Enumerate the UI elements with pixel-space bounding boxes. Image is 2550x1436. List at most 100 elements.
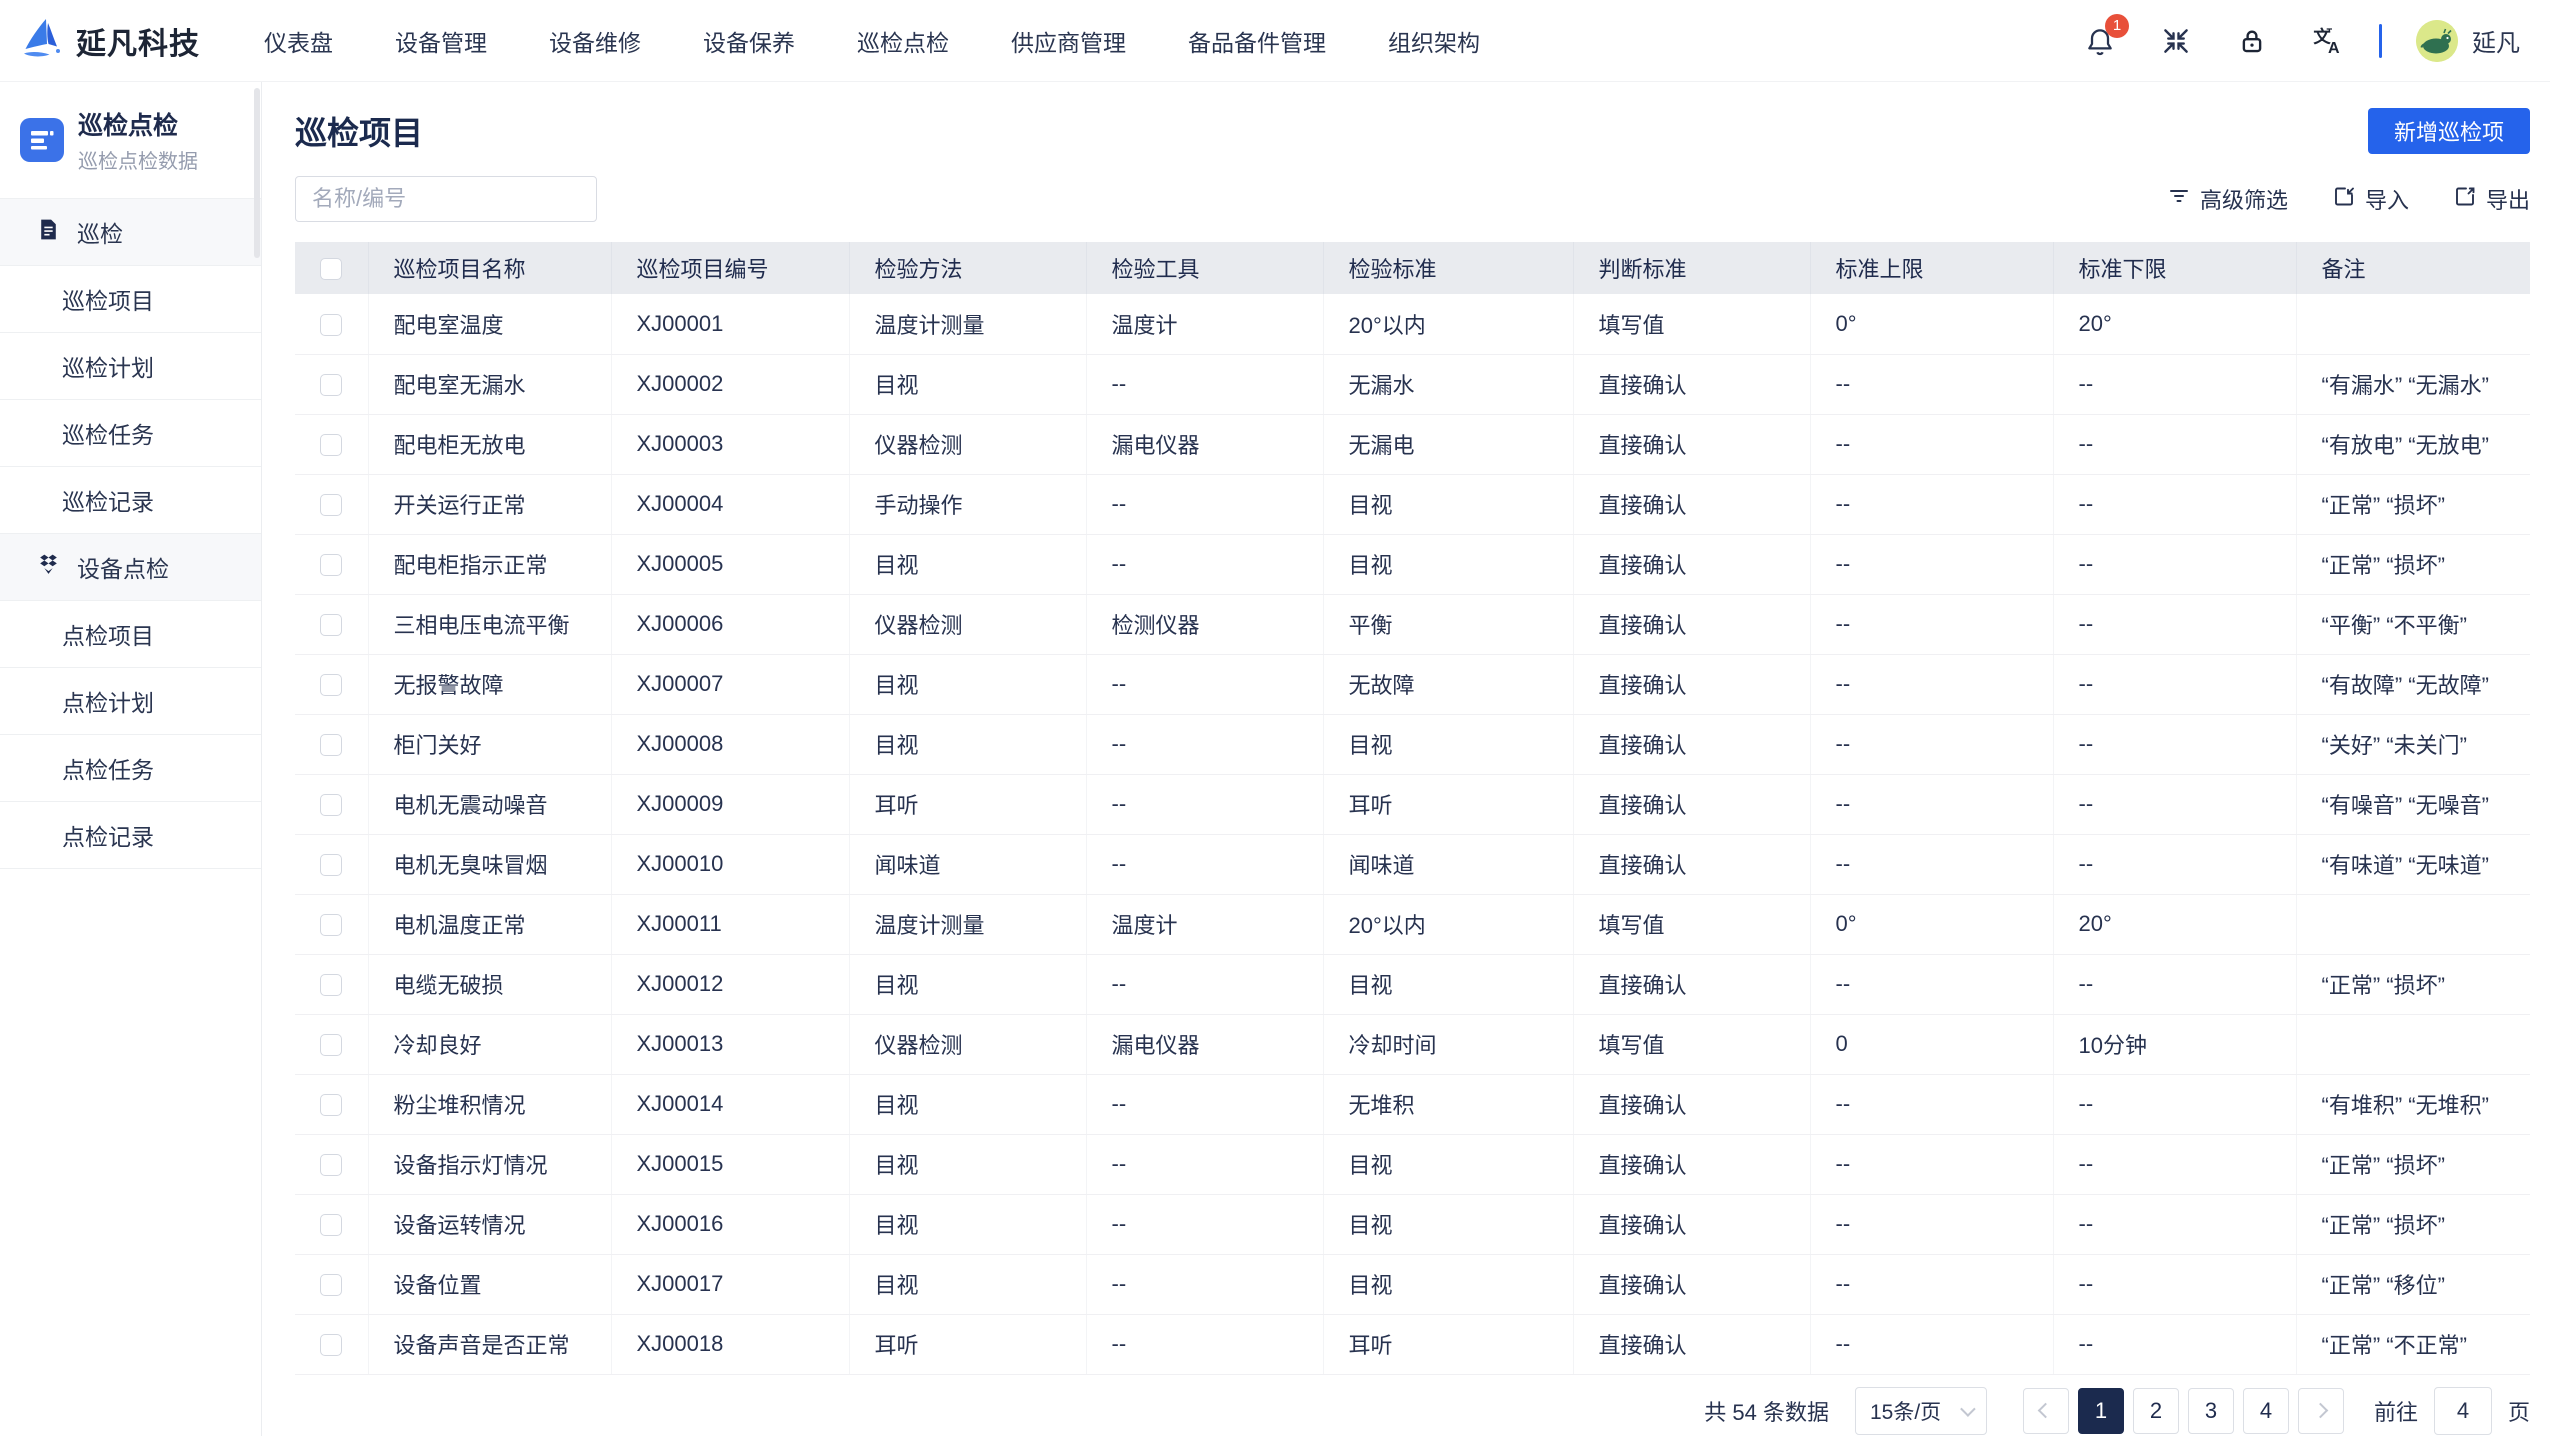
add-inspection-item-button[interactable]: 新增巡检项 [2368,108,2530,154]
sidebar-item-巡检[interactable]: 巡检 [0,199,261,266]
table-cell: -- [2053,774,2296,834]
table-cell: -- [1086,1254,1323,1314]
row-checkbox[interactable] [320,1034,342,1056]
table-cell: 0 [1810,1014,2053,1074]
row-checkbox[interactable] [320,674,342,696]
row-checkbox-cell [295,594,368,654]
row-checkbox[interactable] [320,314,342,336]
sidebar-item-设备点检[interactable]: 设备点检 [0,534,261,601]
table-cell: -- [2053,714,2296,774]
table-cell: 电机无震动噪音 [368,774,611,834]
table-cell: 20° [2053,894,2296,954]
row-checkbox[interactable] [320,974,342,996]
row-checkbox[interactable] [320,434,342,456]
next-page-button[interactable] [2298,1388,2344,1434]
translate-icon[interactable]: 文 A [2311,24,2345,58]
table-cell: -- [1086,774,1323,834]
fullscreen-icon[interactable] [2159,24,2193,58]
row-checkbox[interactable] [320,1274,342,1296]
sidebar-item-巡检项目[interactable]: 巡检项目 [0,266,261,333]
page-button-1[interactable]: 1 [2078,1388,2124,1434]
table-cell: -- [2053,474,2296,534]
sidebar-menu: 巡检巡检项目巡检计划巡检任务巡检记录设备点检点检项目点检计划点检任务点检记录 [0,199,261,869]
table-cell: -- [1810,534,2053,594]
table-cell: 目视 [1323,1254,1573,1314]
column-header: 判断标准 [1573,242,1810,294]
page-size-select[interactable]: 15条/页 [1855,1387,1987,1435]
notification-bell-icon[interactable]: 1 [2083,24,2117,58]
table-header-row: 巡检项目名称巡检项目编号检验方法检验工具检验标准判断标准标准上限标准下限备注 [295,242,2530,294]
sidebar-item-label: 点检记录 [62,818,154,852]
table-cell: XJ00006 [611,594,849,654]
row-checkbox[interactable] [320,734,342,756]
table-cell: 直接确认 [1573,774,1810,834]
row-checkbox[interactable] [320,1334,342,1356]
page-button-2[interactable]: 2 [2133,1388,2179,1434]
select-all-checkbox[interactable] [320,258,342,280]
table-cell: -- [1086,1194,1323,1254]
row-checkbox[interactable] [320,1214,342,1236]
table-cell: 直接确认 [1573,654,1810,714]
row-checkbox[interactable] [320,914,342,936]
row-checkbox[interactable] [320,554,342,576]
row-checkbox[interactable] [320,1154,342,1176]
table-cell: 直接确认 [1573,354,1810,414]
table-row: 电机无臭味冒烟XJ00010闻味道--闻味道直接确认----“有味道” “无味道… [295,834,2530,894]
nav-item[interactable]: 设备保养 [703,24,795,58]
table-cell: “平衡” “不平衡” [2296,594,2530,654]
nav-item[interactable]: 巡检点检 [857,24,949,58]
import-icon [2332,184,2356,214]
table-cell: 直接确认 [1573,1134,1810,1194]
table-cell: 仪器检测 [849,414,1086,474]
table-cell: 设备运转情况 [368,1194,611,1254]
sidebar-item-巡检计划[interactable]: 巡检计划 [0,333,261,400]
table-cell: -- [2053,654,2296,714]
table-cell: 仪器检测 [849,1014,1086,1074]
import-button[interactable]: 导入 [2332,183,2409,215]
sidebar-item-点检记录[interactable]: 点检记录 [0,802,261,869]
nav-item[interactable]: 备品备件管理 [1188,24,1326,58]
row-checkbox[interactable] [320,374,342,396]
row-checkbox[interactable] [320,854,342,876]
table-cell: 目视 [849,1074,1086,1134]
sidebar-item-label: 点检项目 [62,617,154,651]
sidebar-item-巡检记录[interactable]: 巡检记录 [0,467,261,534]
column-header: 标准上限 [1810,242,2053,294]
export-button[interactable]: 导出 [2453,183,2530,215]
page-button-4[interactable]: 4 [2243,1388,2289,1434]
table-cell: -- [2053,1134,2296,1194]
table-cell: 漏电仪器 [1086,414,1323,474]
table-cell: XJ00007 [611,654,849,714]
sidebar-item-点检任务[interactable]: 点检任务 [0,735,261,802]
table-cell: 无堆积 [1323,1074,1573,1134]
search-input[interactable] [295,176,597,222]
table-cell: XJ00012 [611,954,849,1014]
row-checkbox[interactable] [320,794,342,816]
nav-item[interactable]: 设备维修 [549,24,641,58]
table-cell: 目视 [849,654,1086,714]
table-cell: XJ00008 [611,714,849,774]
table-row: 电缆无破损XJ00012目视--目视直接确认----“正常” “损坏” [295,954,2530,1014]
nav-item[interactable]: 供应商管理 [1011,24,1126,58]
row-checkbox-cell [295,1194,368,1254]
page-button-3[interactable]: 3 [2188,1388,2234,1434]
nav-item[interactable]: 组织架构 [1388,24,1480,58]
filter-icon [2167,184,2191,214]
goto-page-input[interactable] [2434,1387,2492,1435]
advanced-filter-button[interactable]: 高级筛选 [2167,183,2288,215]
table-row: 电机无震动噪音XJ00009耳听--耳听直接确认----“有噪音” “无噪音” [295,774,2530,834]
topbar-divider [2379,24,2382,58]
sidebar-scrollbar[interactable] [254,88,260,258]
nav-item[interactable]: 设备管理 [395,24,487,58]
row-checkbox[interactable] [320,1094,342,1116]
sidebar-item-点检项目[interactable]: 点检项目 [0,601,261,668]
prev-page-button[interactable] [2023,1388,2069,1434]
table-cell: XJ00010 [611,834,849,894]
lock-icon[interactable] [2235,24,2269,58]
row-checkbox[interactable] [320,614,342,636]
row-checkbox[interactable] [320,494,342,516]
nav-item[interactable]: 仪表盘 [264,24,333,58]
sidebar-item-巡检任务[interactable]: 巡检任务 [0,400,261,467]
sidebar-item-点检计划[interactable]: 点检计划 [0,668,261,735]
user-menu[interactable]: 延凡 [2416,20,2520,62]
